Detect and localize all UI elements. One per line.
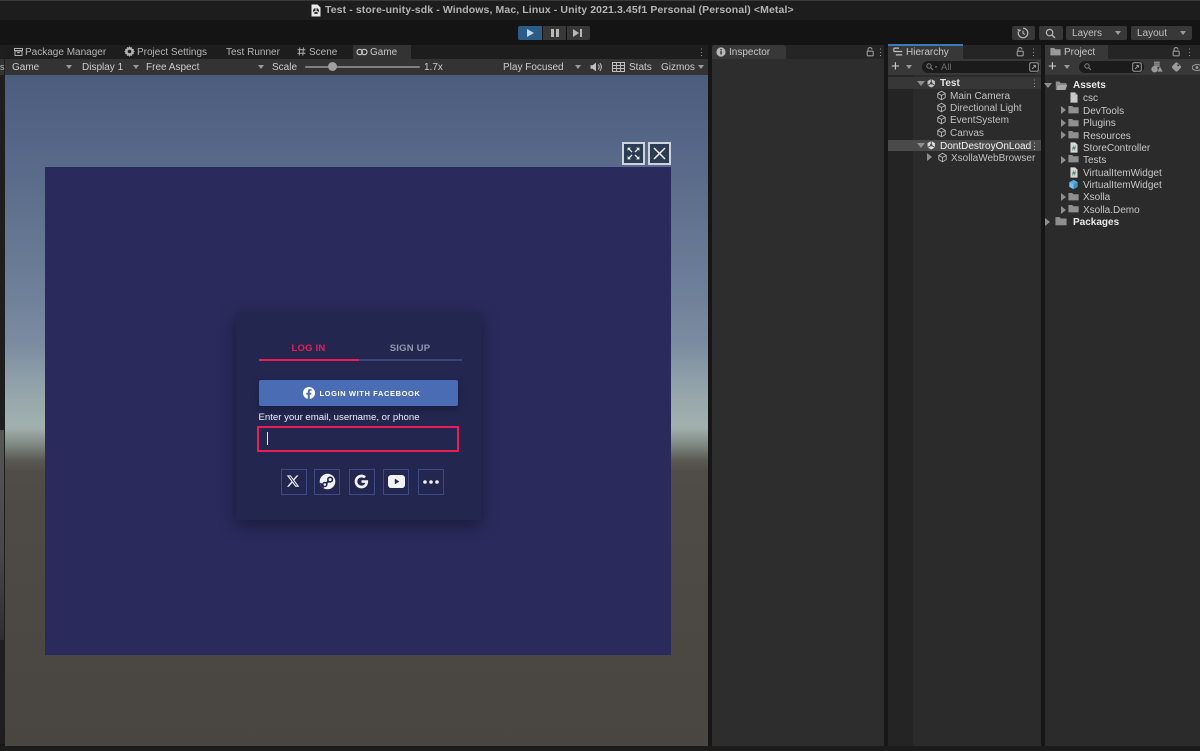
svg-text:#: #	[1072, 145, 1076, 152]
svg-text:#: #	[1072, 170, 1076, 177]
